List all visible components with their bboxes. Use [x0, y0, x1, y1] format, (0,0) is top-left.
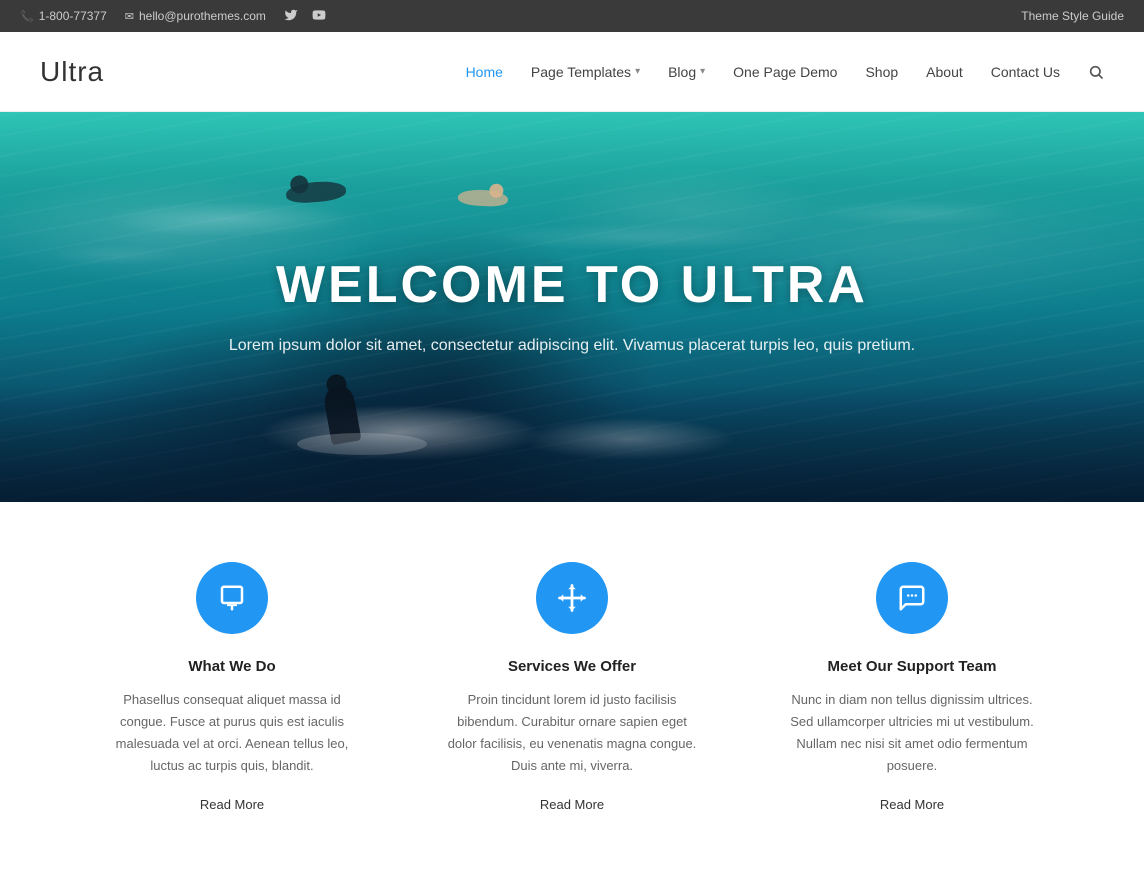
- feature-support-team: Meet Our Support Team Nunc in diam non t…: [782, 562, 1042, 813]
- theme-style-guide-link[interactable]: Theme Style Guide: [1021, 9, 1124, 23]
- social-icons: [284, 8, 326, 25]
- nav-label-about: About: [926, 64, 963, 80]
- feature-desc-3: Nunc in diam non tellus dignissim ultric…: [782, 689, 1042, 777]
- features-section: What We Do Phasellus consequat aliquet m…: [0, 502, 1144, 873]
- email-address: hello@purothemes.com: [139, 9, 266, 23]
- feature-link-3[interactable]: Read More: [880, 797, 944, 813]
- nav-item-home[interactable]: Home: [466, 64, 503, 80]
- nav-search-button[interactable]: [1088, 64, 1104, 80]
- feature-desc-2: Proin tincidunt lorem id justo facilisis…: [442, 689, 702, 777]
- hero-title: WELCOME TO ULTRA: [229, 255, 915, 315]
- twitter-icon[interactable]: [284, 8, 298, 25]
- feature-icon-chat: [876, 562, 948, 634]
- nav-item-one-page-demo[interactable]: One Page Demo: [733, 64, 837, 80]
- chevron-down-icon-blog: ▾: [700, 66, 705, 77]
- top-bar-left: 📞 1-800-77377 ✉ hello@purothemes.com: [20, 8, 326, 25]
- feature-title-2: Services We Offer: [508, 658, 636, 675]
- nav-label-page-templates: Page Templates: [531, 64, 631, 80]
- hero-content: WELCOME TO ULTRA Lorem ipsum dolor sit a…: [209, 235, 935, 379]
- nav-item-about[interactable]: About: [926, 64, 963, 80]
- hero-bottom-gradient: [0, 385, 1144, 502]
- chevron-down-icon: ▾: [635, 66, 640, 77]
- top-bar: 📞 1-800-77377 ✉ hello@purothemes.com The…: [0, 0, 1144, 32]
- phone-item: 📞 1-800-77377: [20, 9, 107, 23]
- nav-list: Home Page Templates ▾ Blog ▾ One Page De…: [466, 64, 1104, 80]
- youtube-icon[interactable]: [312, 8, 326, 25]
- nav-item-contact[interactable]: Contact Us: [991, 64, 1060, 80]
- nav-label-one-page-demo: One Page Demo: [733, 64, 837, 80]
- feature-desc-1: Phasellus consequat aliquet massa id con…: [102, 689, 362, 777]
- feature-icon-tablet: [196, 562, 268, 634]
- nav-label-blog: Blog: [668, 64, 696, 80]
- phone-number: 1-800-77377: [39, 9, 107, 23]
- feature-title-3: Meet Our Support Team: [828, 658, 997, 675]
- feature-what-we-do: What We Do Phasellus consequat aliquet m…: [102, 562, 362, 813]
- site-logo[interactable]: Ultra: [40, 56, 104, 88]
- feature-link-2[interactable]: Read More: [540, 797, 604, 813]
- nav-item-blog[interactable]: Blog ▾: [668, 64, 705, 80]
- site-header: Ultra Home Page Templates ▾ Blog ▾ One P…: [0, 32, 1144, 112]
- nav-label-contact: Contact Us: [991, 64, 1060, 80]
- feature-title-1: What We Do: [188, 658, 275, 675]
- feature-services: Services We Offer Proin tincidunt lorem …: [442, 562, 702, 813]
- nav-item-page-templates[interactable]: Page Templates ▾: [531, 64, 640, 80]
- nav-label-home: Home: [466, 64, 503, 80]
- phone-icon: 📞: [20, 10, 34, 23]
- nav-item-shop[interactable]: Shop: [865, 64, 898, 80]
- email-item: ✉ hello@purothemes.com: [125, 9, 266, 23]
- feature-link-1[interactable]: Read More: [200, 797, 264, 813]
- feature-icon-move: [536, 562, 608, 634]
- main-nav: Home Page Templates ▾ Blog ▾ One Page De…: [466, 64, 1104, 80]
- hero-section: WELCOME TO ULTRA Lorem ipsum dolor sit a…: [0, 112, 1144, 502]
- hero-subtitle: Lorem ipsum dolor sit amet, consectetur …: [229, 333, 915, 359]
- email-icon: ✉: [125, 10, 134, 23]
- nav-label-shop: Shop: [865, 64, 898, 80]
